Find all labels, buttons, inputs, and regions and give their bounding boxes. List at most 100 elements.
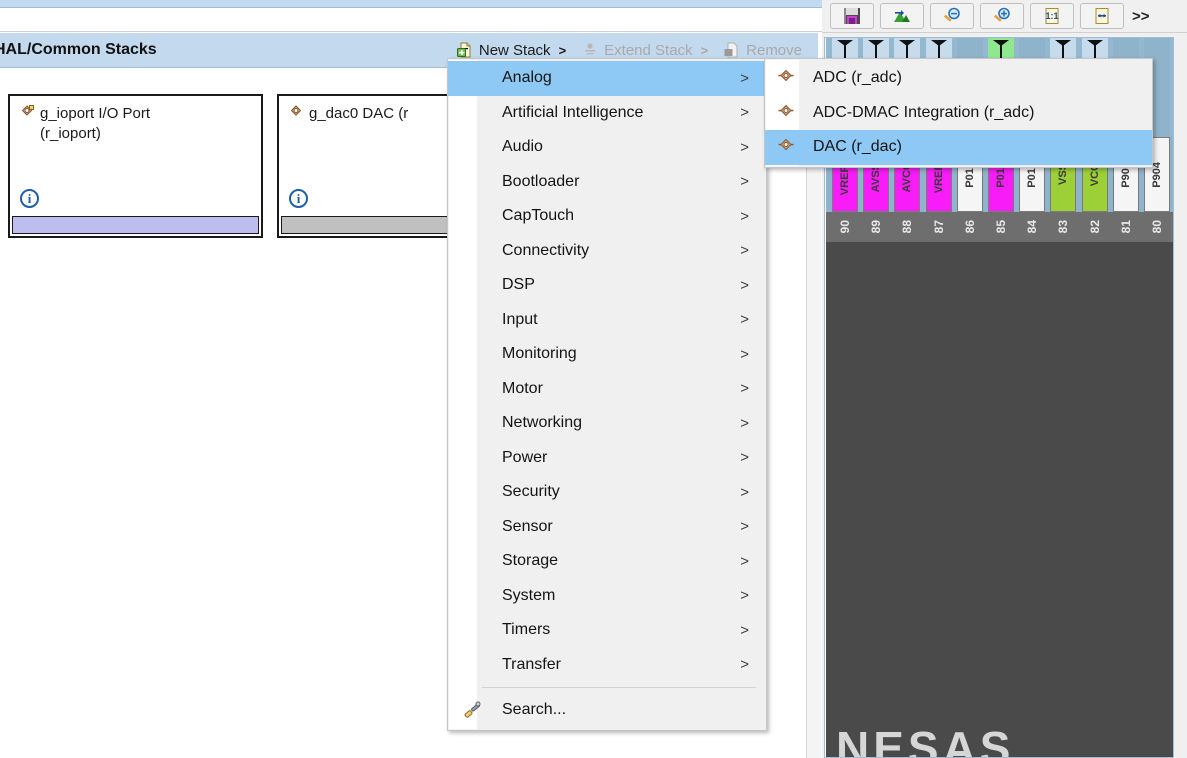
toolbar-separator [822, 32, 1187, 33]
chip-body: NESAS [826, 242, 1173, 758]
chevron-right-icon: > [740, 380, 749, 398]
menu-item-sensor[interactable]: Sensor > [448, 510, 766, 545]
zoom-actual-button[interactable]: 1:1 [1030, 3, 1074, 29]
submenu-items-container: ADC (r_adc) ADC-DMAC Integration (r_adc) D… [765, 61, 1152, 165]
menu-item-label: Bootloader [502, 172, 580, 190]
zoom-in-icon [993, 7, 1010, 22]
chevron-right-icon: > [740, 276, 749, 294]
menu-item-storage[interactable]: Storage > [448, 544, 766, 579]
pin-number-83: 83 [1050, 212, 1076, 242]
stacks-toolbar: New Stack > Extend Stack > Remove [449, 42, 818, 59]
chevron-right-icon: > [740, 104, 749, 122]
search-pen-icon [462, 700, 482, 720]
new-stack-button[interactable]: New Stack > [449, 42, 574, 59]
menu-item-label: Timers [502, 621, 551, 639]
menu-item-input[interactable]: Input > [448, 303, 766, 338]
menu-item-power[interactable]: Power > [448, 441, 766, 476]
module-title: g_ioport I/O Port (r_ioport) [40, 104, 150, 144]
stack-module-ioport[interactable]: g_ioport I/O Port (r_ioport) i [8, 94, 263, 238]
pin-number-label: 80 [1150, 220, 1164, 234]
menu-item-label: Transfer [502, 655, 561, 673]
menu-item-security[interactable]: Security > [448, 475, 766, 510]
menu-item-motor[interactable]: Motor > [448, 372, 766, 407]
menu-item-monitoring[interactable]: Monitoring > [448, 337, 766, 372]
menu-item-search[interactable]: Search... [448, 693, 766, 728]
submenu-item-label: ADC (r_adc) [813, 69, 902, 87]
extend-stack-icon [582, 42, 598, 58]
chip-brand-label: NESAS [836, 722, 1015, 758]
extend-stack-button[interactable]: Extend Stack > [574, 42, 716, 59]
new-stack-category-menu[interactable]: Analog > Artificial Intelligence > Audio > Boo… [447, 58, 767, 731]
info-icon: i [20, 189, 39, 208]
new-stack-icon [456, 42, 473, 58]
save-button[interactable] [830, 3, 874, 29]
module-status-bar [12, 216, 259, 234]
analog-submenu[interactable]: ADC (r_adc) ADC-DMAC Integration (r_adc) D… [764, 58, 1153, 168]
remove-stack-label: Remove [746, 41, 802, 59]
submenu-item-adc-dmac-integration-r-adc-[interactable]: ADC-DMAC Integration (r_adc) [765, 96, 1152, 131]
menu-item-label: Search... [502, 701, 567, 719]
module-title-line1: g_dac0 DAC (r [309, 105, 409, 122]
chevron-right-icon: > [740, 552, 749, 570]
module-info-button[interactable]: i [20, 189, 39, 208]
module-title-line1: g_ioport I/O Port [40, 105, 151, 122]
menu-item-analog[interactable]: Analog > [448, 61, 766, 96]
chevron-right-icon: > [740, 587, 749, 605]
menu-item-captouch[interactable]: CapTouch > [448, 199, 766, 234]
menu-item-label: Networking [502, 414, 583, 432]
chevron-right-icon: > [740, 69, 749, 87]
pin-number-label: 90 [838, 220, 852, 234]
remove-stack-icon [724, 42, 740, 58]
menu-item-label: Monitoring [502, 345, 577, 363]
pin-number-label: 81 [1118, 220, 1133, 234]
pin-number-84: 84 [1019, 212, 1045, 242]
toolbar-overflow-button[interactable]: >> [1132, 8, 1150, 25]
module-icon [776, 137, 796, 157]
module-info-button[interactable]: i [289, 189, 308, 208]
menu-item-audio[interactable]: Audio > [448, 130, 766, 165]
chevron-right-icon: > [740, 483, 749, 501]
module-header: g_ioport I/O Port (r_ioport) [10, 96, 261, 144]
mirror-button[interactable] [880, 3, 924, 29]
menu-item-label: System [502, 586, 556, 604]
new-stack-caret: > [558, 42, 567, 58]
menu-item-networking[interactable]: Networking > [448, 406, 766, 441]
pin-number-label: 84 [1025, 220, 1040, 234]
menu-item-timers[interactable]: Timers > [448, 613, 766, 648]
remove-stack-button[interactable]: Remove [716, 42, 810, 59]
pin-number-label: 83 [1056, 220, 1071, 234]
module-icon [18, 104, 34, 120]
menu-item-label: Audio [502, 138, 543, 156]
editor-divider [0, 31, 822, 32]
menu-item-label: Artificial Intelligence [502, 103, 644, 121]
pin-number-89: 89 [863, 212, 889, 242]
module-title: g_dac0 DAC (r [309, 104, 408, 124]
zoom-in-button[interactable] [980, 3, 1024, 29]
submenu-item-dac-r-dac-[interactable]: DAC (r_dac) [765, 130, 1152, 165]
chevron-right-icon: > [740, 449, 749, 467]
menu-item-transfer[interactable]: Transfer > [448, 648, 766, 683]
menu-item-label: Storage [502, 552, 559, 570]
stacks-vertical-scrollbar[interactable] [806, 68, 821, 758]
menu-item-system[interactable]: System > [448, 579, 766, 614]
submenu-item-adc-r-adc-[interactable]: ADC (r_adc) [765, 61, 1152, 96]
svg-text:1:1: 1:1 [1045, 11, 1058, 21]
fit-width-button[interactable] [1080, 3, 1124, 29]
chevron-right-icon: > [740, 345, 749, 363]
menu-items-container: Analog > Artificial Intelligence > Audio > Boo… [448, 61, 766, 682]
editor-tab-gap [0, 8, 822, 32]
chevron-right-icon: > [740, 414, 749, 432]
menu-item-artificial-intelligence[interactable]: Artificial Intelligence > [448, 96, 766, 131]
menu-item-connectivity[interactable]: Connectivity > [448, 234, 766, 269]
menu-item-dsp[interactable]: DSP > [448, 268, 766, 303]
module-icon [776, 68, 796, 88]
chevron-right-icon: > [740, 242, 749, 260]
mirror-icon [894, 10, 910, 22]
chevron-right-icon: > [740, 311, 749, 329]
chevron-right-icon: > [740, 207, 749, 225]
menu-item-bootloader[interactable]: Bootloader > [448, 165, 766, 200]
menu-item-label: Analog [502, 69, 552, 87]
module-icon [776, 103, 796, 123]
chevron-right-icon: > [740, 138, 749, 156]
zoom-out-button[interactable] [930, 3, 974, 29]
